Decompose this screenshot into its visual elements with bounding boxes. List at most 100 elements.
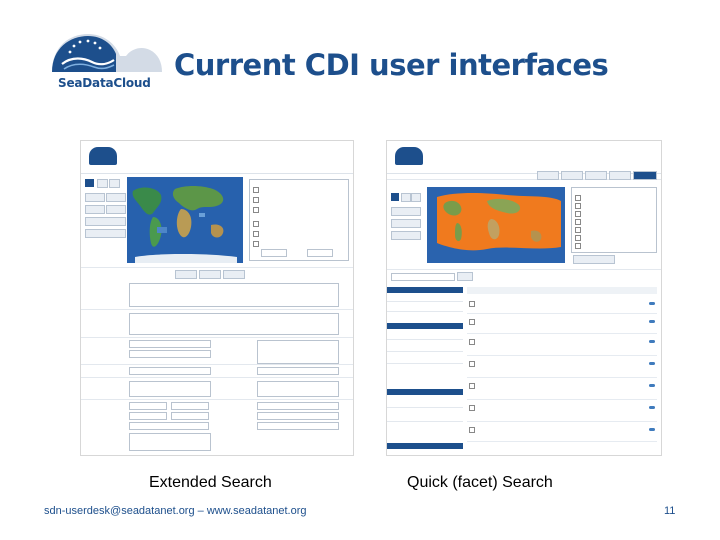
logo-mark-icon [52,34,162,72]
checkbox [575,203,581,209]
text-area [129,381,211,397]
facet-header [387,443,463,449]
divider [81,364,353,365]
table-row [467,377,657,378]
checkbox [469,361,475,367]
search-button [457,272,473,281]
checkbox [469,427,475,433]
input-field [171,402,209,410]
table-row [467,355,657,356]
input-field [257,412,339,420]
input-field [257,367,339,375]
checkbox [253,221,259,227]
tab-active [633,171,657,180]
checkbox [469,383,475,389]
text-area [129,313,339,335]
checkbox [575,227,581,233]
checkbox [469,301,475,307]
input-field [129,367,211,375]
world-map-icon [127,177,243,263]
page-number: 11 [664,505,676,517]
search-button [175,270,197,279]
tool-button [106,193,126,202]
tool-button [109,179,120,188]
coverage-map-icon [427,187,565,263]
input-field [129,402,167,410]
tool-button [391,219,421,228]
divider [387,339,463,340]
input-field [261,249,287,257]
divider [387,311,463,312]
view-icon [649,406,655,409]
facet-header [387,323,463,329]
tool-button [391,231,421,240]
view-icon [649,340,655,343]
mini-header [81,141,353,174]
view-icon [649,384,655,387]
clear-button [199,270,221,279]
facet-header [387,389,463,395]
map-view [427,187,565,263]
tab [561,171,583,180]
checkbox [575,211,581,217]
input-field [307,249,333,257]
divider [81,399,353,400]
divider [81,267,353,268]
tool-button [85,193,105,202]
table-row [467,421,657,422]
checkbox [253,207,259,213]
parameter-panel [571,187,657,253]
extended-search-caption: Extended Search [149,474,272,491]
quick-facet-search-screenshot [386,140,662,456]
tool-icon [391,193,399,201]
mini-header [387,141,661,174]
input-field [129,412,167,420]
seadatacloud-logo: SeaDataCloud [44,28,174,96]
map-view [127,177,243,263]
text-area [129,433,211,451]
text-area [129,283,339,307]
filter-button [573,255,615,264]
tool-button [411,193,421,202]
help-button [223,270,245,279]
quick-search-caption: Quick (facet) Search [407,474,553,491]
input-field [129,340,211,348]
divider [81,377,353,378]
checkbox [575,219,581,225]
input-field [129,422,209,430]
checkbox [253,187,259,193]
checkbox [469,319,475,325]
divider [387,363,463,364]
table-row [467,313,657,314]
view-icon [649,428,655,431]
tool-button [85,229,126,238]
logo-text: SeaDataCloud [58,76,151,90]
view-icon [649,302,655,305]
text-area [257,381,339,397]
table-row [467,399,657,400]
zoom-tool-icon [85,179,94,187]
divider [81,309,353,310]
input-field [257,402,339,410]
tool-button [85,217,126,226]
divider [387,269,661,270]
input-field [171,412,209,420]
mini-logo-icon [395,147,423,165]
divider [387,301,463,302]
tool-button [97,179,108,188]
divider [387,407,463,408]
tool-button [401,193,411,202]
text-area [257,340,339,364]
input-field [257,422,339,430]
checkbox [575,235,581,241]
tab [537,171,559,180]
table-row [467,441,657,442]
checkbox [469,339,475,345]
divider [387,421,463,422]
table-row [467,333,657,334]
mini-logo-icon [89,147,117,165]
checkbox [253,197,259,203]
slide-title: Current CDI user interfaces [174,48,609,82]
divider [81,337,353,338]
results-table-header [467,287,657,294]
